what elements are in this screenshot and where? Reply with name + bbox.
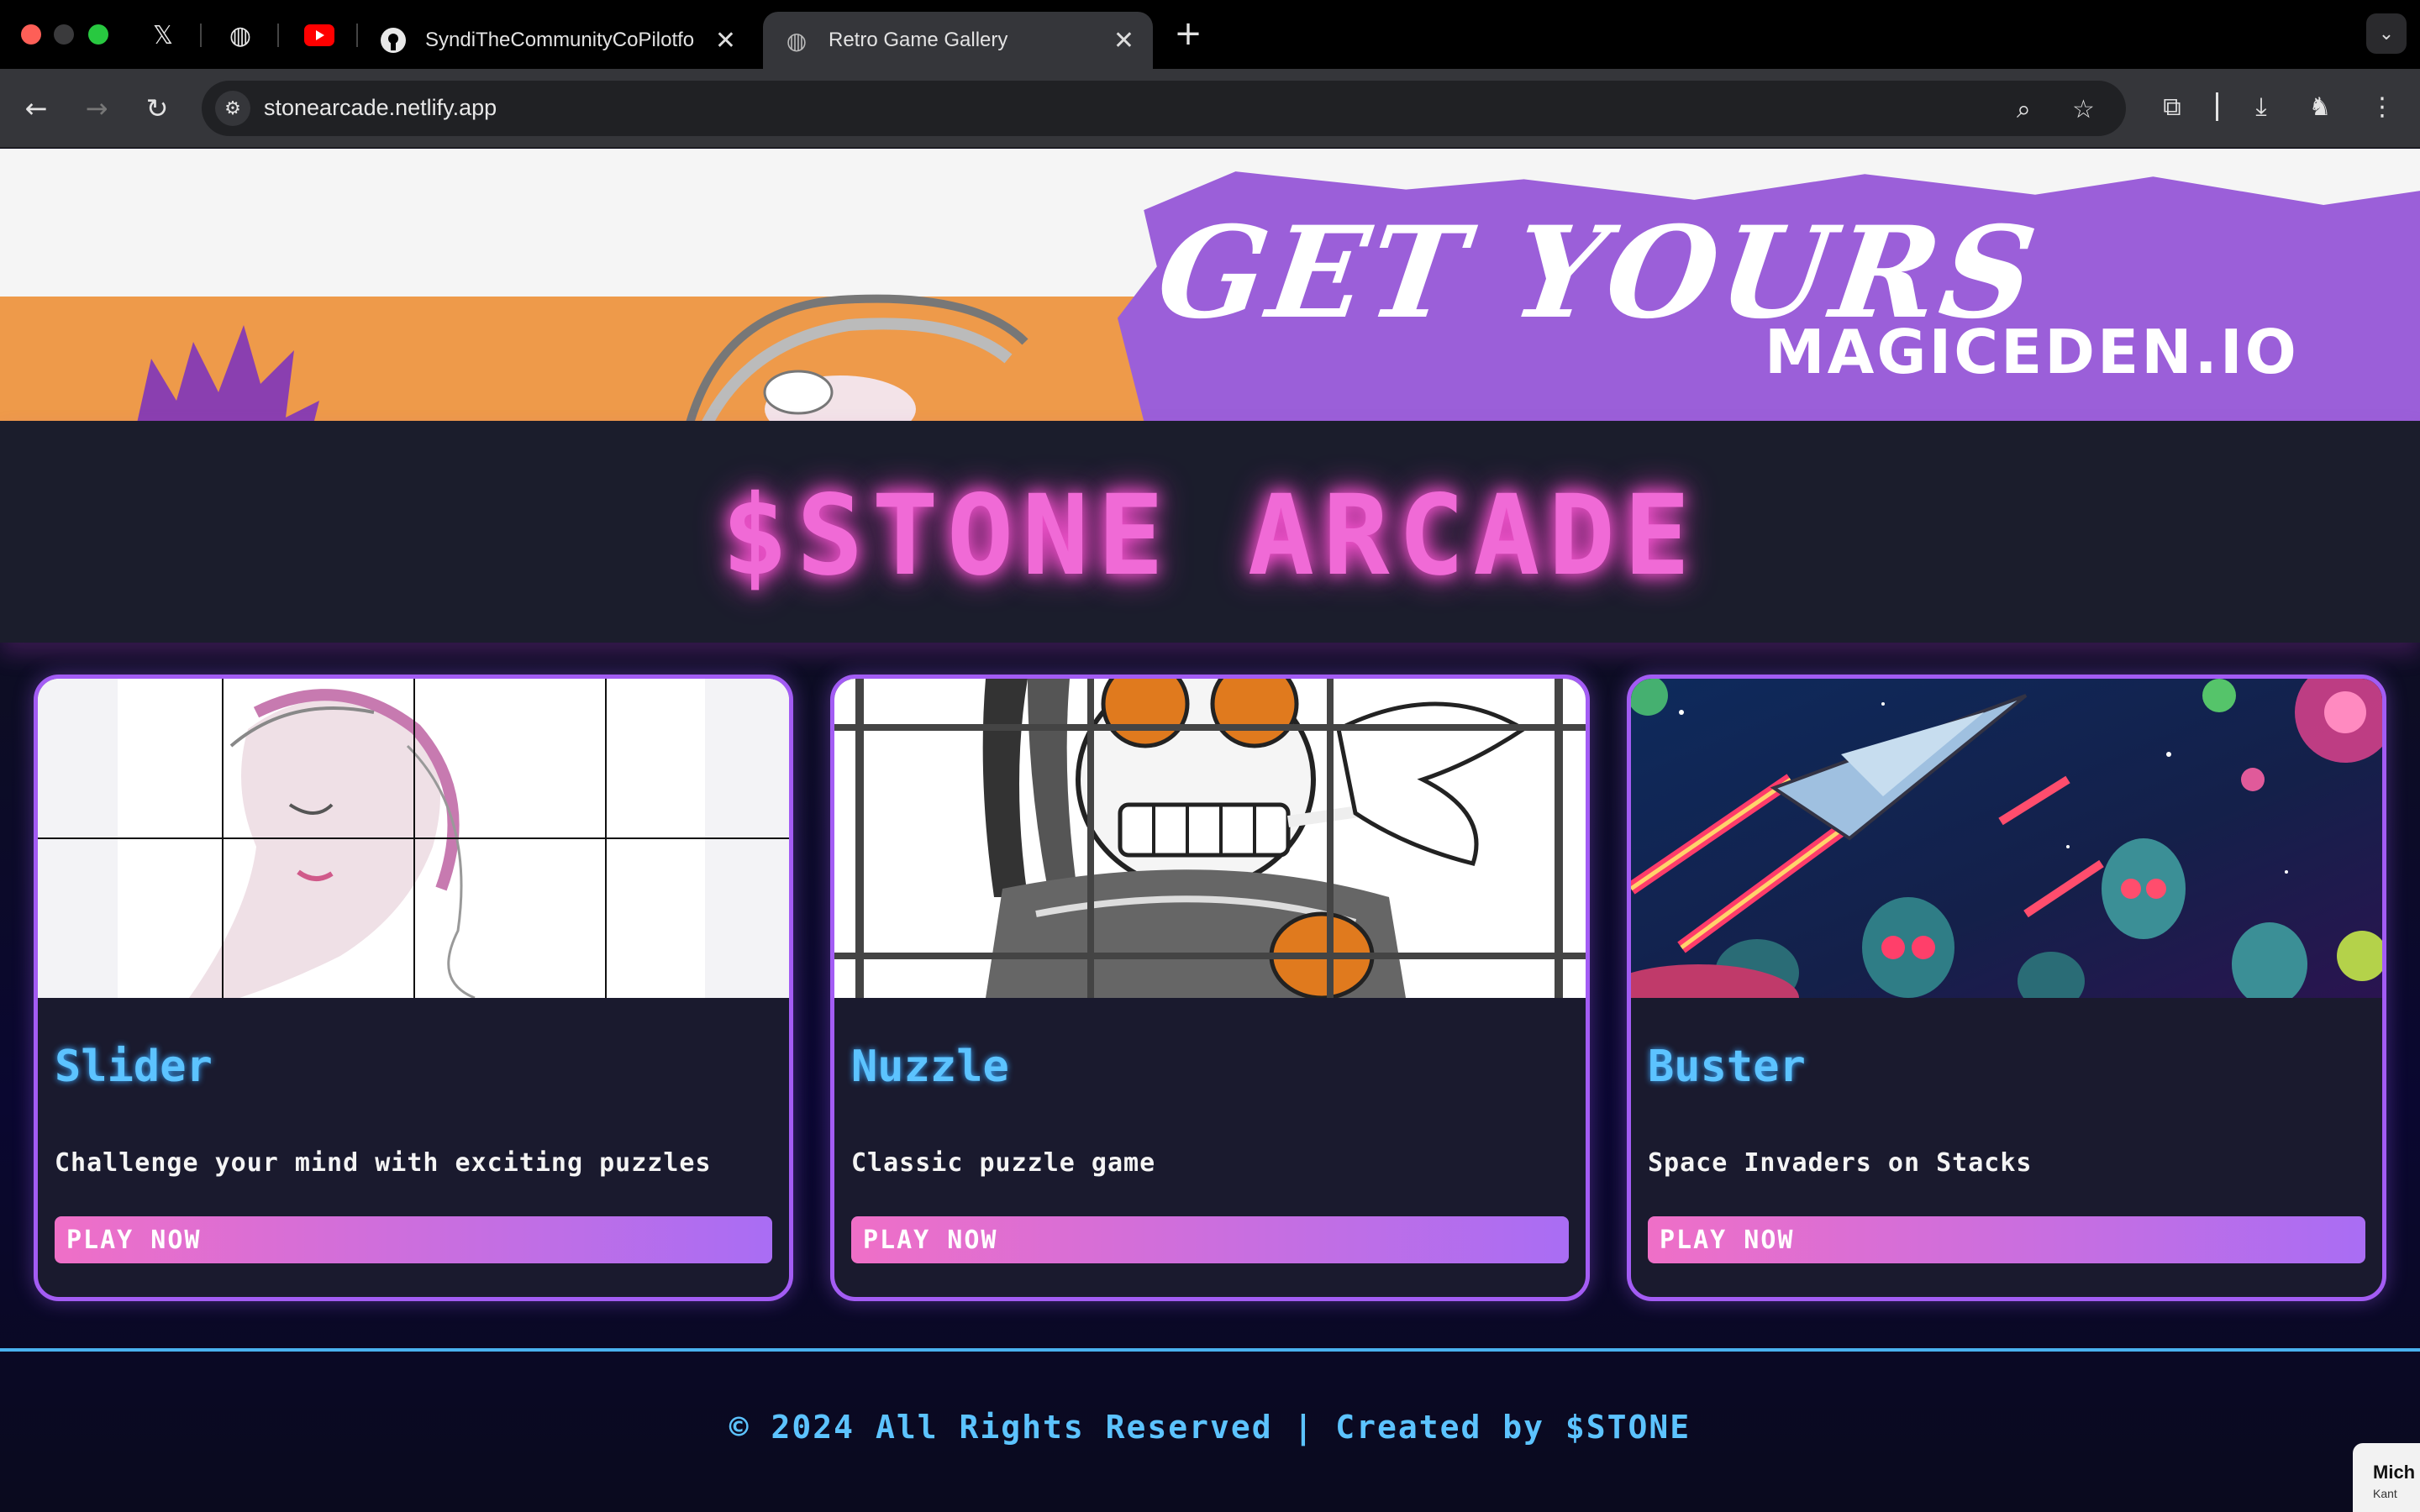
tab-separator: [277, 24, 279, 47]
overlay-profile-card[interactable]: Mich Kant: [2353, 1443, 2420, 1512]
slider-thumbnail[interactable]: [38, 679, 789, 998]
tab-search-button[interactable]: ⌄: [2366, 13, 2407, 54]
zoom-icon[interactable]: ⌕: [2017, 95, 2031, 124]
address-bar[interactable]: ⚙ stonearcade.netlify.app ⌕ ☆: [202, 81, 2126, 136]
tab-youtube[interactable]: [301, 17, 338, 54]
game-card-nuzzle: Nuzzle Classic puzzle game PLAY NOW: [830, 675, 1590, 1301]
tab-github[interactable]: SyndiTheCommunityCoPilotfo ✕: [360, 12, 755, 69]
buster-thumbnail[interactable]: [1631, 679, 2382, 998]
game-description: Classic puzzle game: [851, 1148, 1156, 1178]
game-description: Challenge your mind with exciting puzzle…: [55, 1148, 712, 1178]
banner-leaf-art: [137, 325, 319, 421]
new-tab-button[interactable]: +: [1170, 13, 1207, 54]
overlay-subtext: Kant: [2373, 1487, 2397, 1500]
github-icon: [380, 27, 407, 54]
footer-text: © 2024 All Rights Reserved | Created by …: [729, 1409, 1691, 1446]
page-title: $STONE ARCADE: [721, 471, 1699, 601]
globe-icon: ◍: [786, 27, 808, 54]
banner-character-art: [686, 294, 1028, 421]
header: $STONE ARCADE: [0, 421, 2420, 643]
browser-toolbar: ← → ↻ ⚙ stonearcade.netlify.app ⌕ ☆: [0, 69, 2420, 148]
overlay-name: Mich: [2373, 1462, 2416, 1483]
play-now-button[interactable]: PLAY NOW: [1648, 1216, 2365, 1263]
toolbar-separator: [2216, 92, 2218, 121]
youtube-icon: [304, 24, 334, 46]
tab-title: SyndiTheCommunityCoPilotfo: [425, 29, 695, 51]
tab-separator: [356, 24, 358, 47]
extensions-icon[interactable]: ⧉: [2153, 87, 2191, 126]
game-description: Space Invaders on Stacks: [1648, 1148, 2033, 1178]
reload-icon: ↻: [145, 92, 169, 124]
minimize-window-button[interactable]: [54, 24, 74, 45]
bookmark-star-icon[interactable]: ☆: [2072, 95, 2095, 124]
game-card-buster: Buster Space Invaders on Stacks PLAY NOW: [1627, 675, 2386, 1301]
browser-tab-bar: 𝕏 ◍ SyndiTheCommunityCoPilotfo ✕ ◍ Retro…: [0, 0, 2420, 69]
game-title: Nuzzle: [851, 1042, 1009, 1092]
page-content: GET YOURS MAGICEDEN.IO $STONE ARCADE Sli…: [0, 149, 2420, 1512]
tab-x[interactable]: 𝕏: [145, 17, 182, 54]
footer-divider: [0, 1348, 2420, 1352]
profile-avatar-icon[interactable]: ♞: [2301, 87, 2339, 126]
nuzzle-thumbnail[interactable]: [834, 679, 1586, 998]
game-title: Slider: [55, 1042, 213, 1092]
play-now-button[interactable]: PLAY NOW: [55, 1216, 772, 1263]
close-tab-icon[interactable]: ✕: [1113, 26, 1134, 55]
forward-button[interactable]: →: [77, 89, 116, 128]
x-logo-icon: 𝕏: [152, 20, 174, 50]
more-menu-icon[interactable]: ⋮: [2363, 87, 2402, 126]
reload-button[interactable]: ↻: [138, 89, 176, 128]
game-title: Buster: [1648, 1042, 1806, 1092]
play-now-button[interactable]: PLAY NOW: [851, 1216, 1569, 1263]
url-text[interactable]: stonearcade.netlify.app: [264, 95, 497, 121]
tab-title: Retro Game Gallery: [829, 29, 1008, 51]
globe-icon: ◍: [229, 20, 252, 50]
site-info-icon[interactable]: ⚙: [215, 91, 250, 126]
maximize-window-button[interactable]: [88, 24, 108, 45]
back-button[interactable]: ←: [17, 89, 55, 128]
tab-globe[interactable]: ◍: [222, 17, 259, 54]
tab-separator: [200, 24, 202, 47]
download-icon[interactable]: ⤓: [2242, 87, 2281, 126]
close-window-button[interactable]: [21, 24, 41, 45]
arrow-left-icon: ←: [24, 92, 48, 124]
tab-retro-game-gallery[interactable]: ◍ Retro Game Gallery ✕: [763, 12, 1153, 69]
game-card-slider: Slider Challenge your mind with exciting…: [34, 675, 793, 1301]
promo-banner[interactable]: GET YOURS MAGICEDEN.IO: [0, 149, 2420, 421]
banner-site-text: MAGICEDEN.IO: [1765, 317, 2299, 387]
arrow-right-icon: →: [85, 92, 108, 124]
close-tab-icon[interactable]: ✕: [715, 26, 736, 55]
